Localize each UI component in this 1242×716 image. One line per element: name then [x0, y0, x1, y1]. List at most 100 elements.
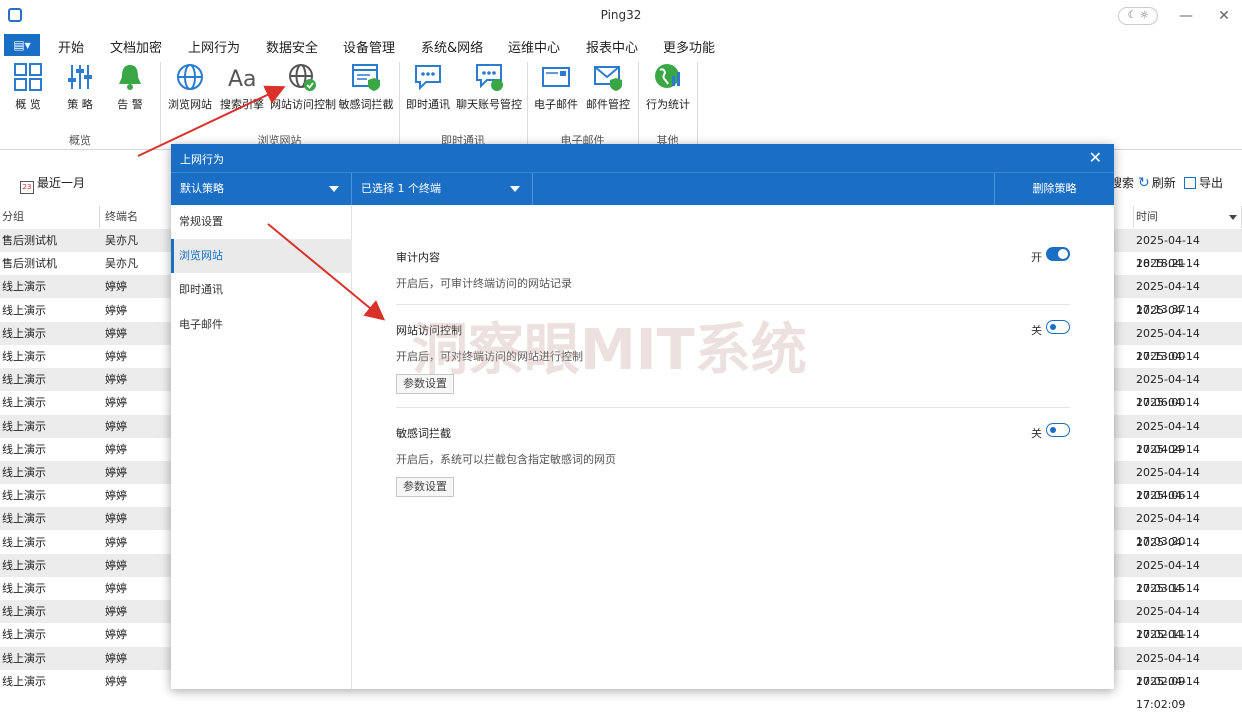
- menu-item-more[interactable]: 更多功能: [663, 37, 715, 56]
- chat-icon: [415, 65, 441, 91]
- calendar-icon: 23: [20, 181, 34, 194]
- cell-terminal: 婷婷: [105, 466, 127, 479]
- setting-description: 开启后，系统可以拦截包含指定敏感词的网页: [396, 453, 616, 466]
- cell-group: 线上演示: [2, 582, 46, 595]
- menu-item-ops-center[interactable]: 运维中心: [508, 37, 560, 56]
- ribbon-chat-account-label: 聊天账号管控: [456, 98, 522, 111]
- cell-terminal: 吴亦凡: [105, 234, 138, 247]
- toggle-knob: [1050, 427, 1056, 433]
- policy-select[interactable]: 默认策略: [171, 173, 352, 205]
- column-header-terminal[interactable]: 终端名: [103, 206, 173, 228]
- menu-item-data-security[interactable]: 数据安全: [266, 37, 318, 56]
- refresh-button[interactable]: ↻ 刷新: [1138, 174, 1176, 191]
- cell-time: 2025-04-14 17:02:09: [1136, 674, 1200, 711]
- cell-group: 线上演示: [2, 326, 46, 340]
- ribbon-overview-button[interactable]: 概 览: [8, 62, 48, 112]
- ribbon-policy-label: 策 略: [67, 98, 93, 111]
- cell-group: 线上演示: [2, 628, 46, 642]
- globe-chart-icon: [655, 64, 680, 88]
- setting-state-label: 开: [1031, 251, 1042, 264]
- mail-shield-icon: [594, 66, 622, 91]
- website-access-params-button[interactable]: 参数设置: [396, 374, 454, 394]
- ribbon-im-button[interactable]: 即时通讯: [404, 62, 452, 112]
- ribbon-policy-button[interactable]: 策 略: [60, 62, 100, 112]
- ribbon-alert-button[interactable]: 告 警: [110, 62, 150, 112]
- ribbon-chat-account-button[interactable]: 聊天账号管控: [456, 62, 522, 112]
- setting-title: 审计内容: [396, 251, 440, 264]
- cell-group: 线上演示: [2, 651, 46, 665]
- main-menu-button[interactable]: ▤▾: [4, 34, 40, 56]
- terminal-select[interactable]: 已选择 1 个终端: [352, 173, 533, 205]
- title-bar: Ping32 ☾ ☼ — ✕: [0, 0, 1242, 32]
- delete-policy-button[interactable]: 删除策略: [994, 173, 1114, 205]
- export-button[interactable]: 导出: [1184, 174, 1223, 191]
- menu-item-doc-encrypt[interactable]: 文档加密: [110, 37, 162, 56]
- column-header-group[interactable]: 分组: [0, 206, 100, 228]
- website-access-control-toggle[interactable]: [1046, 320, 1070, 334]
- ribbon-email-control-button[interactable]: 邮件管控: [584, 62, 632, 112]
- setting-description: 开启后，可对终端访问的网站进行控制: [396, 350, 583, 363]
- cell-terminal: 婷婷: [105, 326, 127, 340]
- setting-title: 敏感词拦截: [396, 427, 451, 440]
- date-filter-label: 最近一月: [37, 176, 86, 190]
- export-label: 导出: [1199, 176, 1224, 190]
- nav-browse-web[interactable]: 浏览网站: [171, 239, 352, 273]
- ribbon-email-control-label: 邮件管控: [586, 98, 630, 111]
- setting-title: 网站访问控制: [396, 324, 462, 337]
- mail-icon: [542, 67, 570, 87]
- ribbon-search-engine-label: 搜索引擎: [220, 98, 264, 111]
- menu-item-report-center[interactable]: 报表中心: [586, 37, 638, 56]
- cell-group: 线上演示: [2, 280, 46, 294]
- menu-item-device-mgmt[interactable]: 设备管理: [343, 37, 395, 56]
- sensitive-word-toggle[interactable]: [1046, 423, 1070, 437]
- refresh-icon: ↻: [1138, 175, 1150, 191]
- cell-terminal: 婷婷: [105, 558, 127, 572]
- sensitive-word-params-button[interactable]: 参数设置: [396, 477, 454, 497]
- chevron-down-icon: [510, 186, 520, 192]
- ribbon-sensitive-word-button[interactable]: 敏感词拦截: [338, 62, 394, 112]
- ribbon-website-access-control-button[interactable]: 网站访问控制: [270, 62, 336, 112]
- cell-group: 线上演示: [2, 512, 46, 526]
- toggle-knob: [1050, 324, 1056, 330]
- column-header-time[interactable]: 时间: [1133, 206, 1242, 228]
- ribbon-browse-web-button[interactable]: 浏览网站: [166, 62, 214, 112]
- cell-terminal: 婷婷: [105, 280, 127, 294]
- cell-terminal: 婷婷: [105, 605, 127, 619]
- close-button[interactable]: ✕: [1214, 6, 1234, 26]
- theme-toggle[interactable]: ☾ ☼: [1118, 7, 1158, 25]
- minimize-button[interactable]: —: [1176, 6, 1196, 26]
- ribbon-email-button[interactable]: 电子邮件: [532, 62, 580, 112]
- setting-state-label: 关: [1031, 427, 1042, 440]
- cell-terminal: 婷婷: [105, 674, 127, 688]
- cell-group: 线上演示: [2, 396, 46, 410]
- menu-item-web-behavior[interactable]: 上网行为: [188, 37, 241, 60]
- nav-general-settings[interactable]: 常规设置: [171, 205, 352, 239]
- ribbon-website-access-control-label: 网站访问控制: [270, 98, 336, 111]
- setting-description: 开启后，可审计终端访问的网站记录: [396, 277, 572, 290]
- bell-icon: [119, 65, 141, 90]
- cell-group: 线上演示: [2, 535, 46, 549]
- dialog-close-button[interactable]: ✕: [1089, 148, 1102, 167]
- export-icon: [1184, 177, 1196, 189]
- audit-content-toggle[interactable]: [1046, 247, 1070, 261]
- date-filter-button[interactable]: 23 最近一月: [20, 174, 85, 194]
- menu-item-system-network[interactable]: 系统&网络: [421, 37, 483, 56]
- nav-im[interactable]: 即时通讯: [171, 273, 352, 307]
- cell-terminal: 婷婷: [105, 373, 127, 387]
- cell-terminal: 婷婷: [105, 535, 127, 549]
- ribbon-behavior-stats-button[interactable]: 行为统计: [644, 62, 692, 112]
- cell-group: 线上演示: [2, 674, 46, 688]
- chat-user-icon: [476, 64, 503, 91]
- nav-email[interactable]: 电子邮件: [171, 308, 352, 342]
- cell-group: 线上演示: [2, 442, 46, 456]
- cell-terminal: 婷婷: [105, 582, 127, 595]
- ribbon-search-engine-button[interactable]: Aa 搜索引擎: [218, 62, 266, 112]
- menu-item-start[interactable]: 开始: [58, 37, 84, 56]
- ribbon-group-overview: 概览: [69, 134, 91, 147]
- setting-website-access-control: 网站访问控制 关 开启后，可对终端访问的网站进行控制 参数设置: [396, 320, 1070, 412]
- setting-audit-content: 审计内容 开 开启后，可审计终端访问的网站记录: [396, 247, 1070, 309]
- divider: [396, 304, 1070, 305]
- browser-shield-icon: [352, 64, 380, 91]
- dialog-content: 审计内容 开 开启后，可审计终端访问的网站记录 网站访问控制 关 开启后，可对终…: [353, 205, 1114, 689]
- cell-group: 线上演示: [2, 419, 46, 433]
